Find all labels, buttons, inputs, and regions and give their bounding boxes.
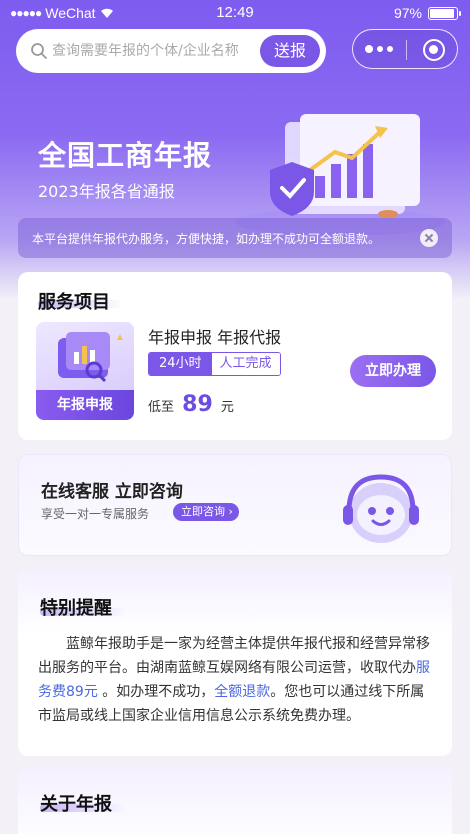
service-thumbnail[interactable]: 年报申报 [36,322,134,420]
service-card: 服务项目 年报申报 年报申报 年报代报 24小时 人工完成 低至 89 元 立即… [18,272,452,440]
cs-subtitle: 享受一对一专属服务 [41,507,150,521]
report-folder-icon [58,332,123,383]
notice-text: 本平台提供年报代办服务，方便快捷，如办理不成功可全额退款。 [32,232,381,246]
tag-manual: 人工完成 [211,353,280,375]
service-name: 年报申报 年报代报 [148,328,282,347]
chevron-right-icon: › [228,505,233,518]
consult-button[interactable]: 立即咨询 › [173,503,239,521]
reminder-text-part: 。如办理不成功， [97,684,215,700]
reminder-section-title: 特别提醒 [40,598,112,619]
send-button[interactable]: 送报 [260,35,320,67]
status-right: 97% [393,5,461,21]
capsule-divider [406,40,407,60]
tag-24h: 24小时 [149,353,212,375]
price-unit: 元 [220,400,234,415]
robot-avatar-icon [343,474,419,543]
price: 低至 89 元 [148,392,234,417]
notice-close-icon[interactable] [420,229,438,247]
more-icon[interactable] [365,41,401,57]
service-tags: 24小时 人工完成 [148,352,281,376]
thumb-label: 年报申报 [36,390,134,420]
battery-icon [428,6,461,20]
price-prefix: 低至 [148,400,175,415]
close-target-icon[interactable] [423,39,445,61]
apply-now-button[interactable]: 立即办理 [350,355,436,387]
price-value: 89 [182,392,213,417]
report-chart-illustration [235,114,445,235]
consult-label: 立即咨询 [181,505,225,518]
search-input[interactable] [52,39,270,63]
cs-title: 在线客服 立即咨询 [41,482,183,502]
search-icon [31,43,47,59]
hero-title: 全国工商年报 [38,139,213,172]
service-section-title: 服务项目 [38,292,110,313]
mini-program-capsule [352,29,458,69]
reminder-text-part: 蓝鲸年报助手是一家为经营主体提供年报代报和经营异常移出服务的平台。由湖南蓝鲸互娱… [38,636,430,676]
refund-link[interactable]: 全额退款 [214,684,270,700]
hero-subtitle: 2023年报各省通报 [38,182,175,201]
reminder-text: 蓝鲸年报助手是一家为经营主体提供年报代报和经营异常移出服务的平台。由湖南蓝鲸互娱… [38,632,432,728]
reminder-card: 特别提醒 蓝鲸年报助手是一家为经营主体提供年报代报和经营异常移出服务的平台。由湖… [18,570,452,756]
customer-service-card[interactable]: 在线客服 立即咨询 享受一对一专属服务 立即咨询 › [18,454,452,556]
about-card: 关于年报 [18,768,452,834]
search-box[interactable]: 送报 [16,29,326,73]
about-section-title: 关于年报 [40,794,112,815]
notice-bar: 本平台提供年报代办服务，方便快捷，如办理不成功可全额退款。 [18,218,452,258]
battery-percent: 97% [393,5,422,21]
status-bar: ●●●●● WeChat 12:49 97% [0,0,470,26]
